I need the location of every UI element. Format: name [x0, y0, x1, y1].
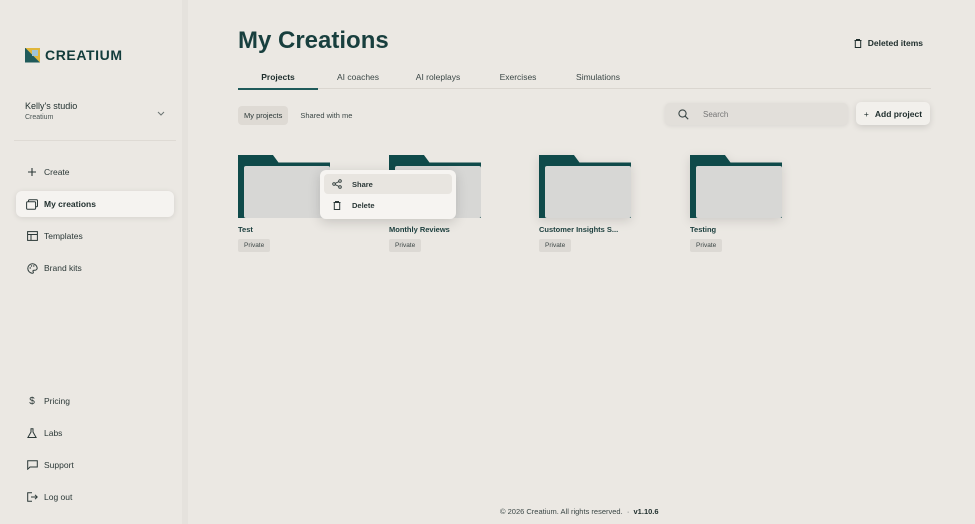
menu-item-share[interactable]: Share	[324, 174, 452, 194]
sidebar-item-my-creations[interactable]: My creations	[16, 191, 174, 217]
search-input[interactable]	[701, 108, 825, 120]
studio-name: Kelly's studio	[25, 101, 78, 111]
search-icon	[677, 108, 689, 120]
folder-icon	[690, 155, 782, 218]
share-icon	[331, 178, 343, 190]
sidebar-item-label: Support	[44, 460, 74, 470]
chat-icon	[26, 459, 38, 471]
subtab-shared-with-me[interactable]: Shared with me	[294, 106, 358, 125]
visibility-badge: Private	[238, 239, 271, 252]
studio-org: Creatium	[25, 114, 54, 121]
palette-icon	[26, 262, 38, 274]
plus-icon	[26, 166, 38, 178]
project-name: Monthly Reviews	[389, 225, 450, 234]
project-name: Customer Insights S...	[539, 225, 619, 234]
sidebar: CREATIUM Kelly's studio Creatium Create …	[0, 0, 188, 524]
studio-switcher[interactable]: Kelly's studio Creatium	[25, 101, 165, 121]
sidebar-item-label: Templates	[44, 231, 83, 241]
chevron-down-icon	[157, 109, 165, 118]
logout-icon	[26, 491, 38, 503]
visibility-badge: Private	[389, 239, 422, 252]
sidebar-item-label: My creations	[44, 199, 96, 209]
menu-item-label: Delete	[352, 200, 375, 210]
ownership-filter: My projects Shared with me	[238, 106, 358, 125]
menu-item-delete[interactable]: Delete	[324, 195, 452, 215]
sidebar-item-label: Create	[44, 167, 70, 177]
copyright-text: © 2026 Creatium. All rights reserved.	[500, 507, 623, 516]
sidebar-item-labs[interactable]: Labs	[16, 420, 174, 446]
deleted-items-label: Deleted items	[867, 38, 923, 48]
subtab-my-projects[interactable]: My projects	[238, 106, 289, 125]
project-card-testing[interactable]: Testing Private	[690, 155, 782, 252]
flask-icon	[26, 427, 38, 439]
tab-simulations[interactable]: Simulations	[558, 72, 638, 88]
tab-ai-roleplays[interactable]: AI roleplays	[398, 72, 478, 88]
footer-separator: ·	[626, 507, 630, 516]
sidebar-item-label: Pricing	[44, 396, 70, 406]
sidebar-item-brand-kits[interactable]: Brand kits	[16, 255, 174, 281]
trash-icon	[852, 37, 864, 49]
sidebar-item-label: Brand kits	[44, 263, 82, 273]
template-icon	[26, 230, 38, 242]
brand-name: CREATIUM	[45, 47, 123, 63]
project-card-test[interactable]: Test Private	[238, 155, 330, 252]
footer: © 2026 Creatium. All rights reserved. · …	[500, 507, 659, 516]
tab-projects[interactable]: Projects	[238, 72, 318, 90]
sidebar-divider	[14, 140, 176, 141]
project-name: Testing	[690, 225, 717, 234]
folder-icon	[238, 155, 330, 218]
tab-ai-coaches[interactable]: AI coaches	[318, 72, 398, 88]
search-box[interactable]	[665, 103, 848, 125]
sidebar-item-label: Log out	[44, 492, 73, 502]
sidebar-item-log-out[interactable]: Log out	[16, 484, 174, 510]
page-title: My Creations	[238, 27, 389, 54]
main-content: My Creations Deleted items Projects AI c…	[194, 0, 975, 524]
project-card-customer-insights[interactable]: Customer Insights S... Private	[539, 155, 631, 252]
tab-exercises[interactable]: Exercises	[478, 72, 558, 88]
menu-item-label: Share	[352, 179, 373, 189]
tab-bar: Projects AI coaches AI roleplays Exercis…	[238, 69, 931, 90]
deleted-items-button[interactable]: Deleted items	[852, 37, 923, 49]
add-project-label: Add project	[874, 108, 923, 119]
folder-icon	[539, 155, 631, 218]
project-name: Test	[238, 225, 253, 234]
plus-icon: +	[863, 108, 869, 119]
dollar-icon: $	[29, 395, 35, 407]
visibility-badge: Private	[690, 239, 723, 252]
brand-logo[interactable]: CREATIUM	[25, 47, 123, 63]
sidebar-item-label: Labs	[44, 428, 63, 438]
project-context-menu: Share Delete	[320, 170, 456, 219]
add-project-button[interactable]: + Add project	[856, 102, 930, 125]
sidebar-item-templates[interactable]: Templates	[16, 223, 174, 249]
sidebar-item-pricing[interactable]: $ Pricing	[16, 388, 174, 414]
folders-icon	[26, 198, 38, 210]
logo-mark-icon	[25, 47, 40, 63]
version-label: v1.10.6	[633, 507, 659, 516]
visibility-badge: Private	[539, 239, 572, 252]
sidebar-item-create[interactable]: Create	[16, 159, 174, 185]
sidebar-item-support[interactable]: Support	[16, 452, 174, 478]
trash-icon	[331, 199, 343, 211]
